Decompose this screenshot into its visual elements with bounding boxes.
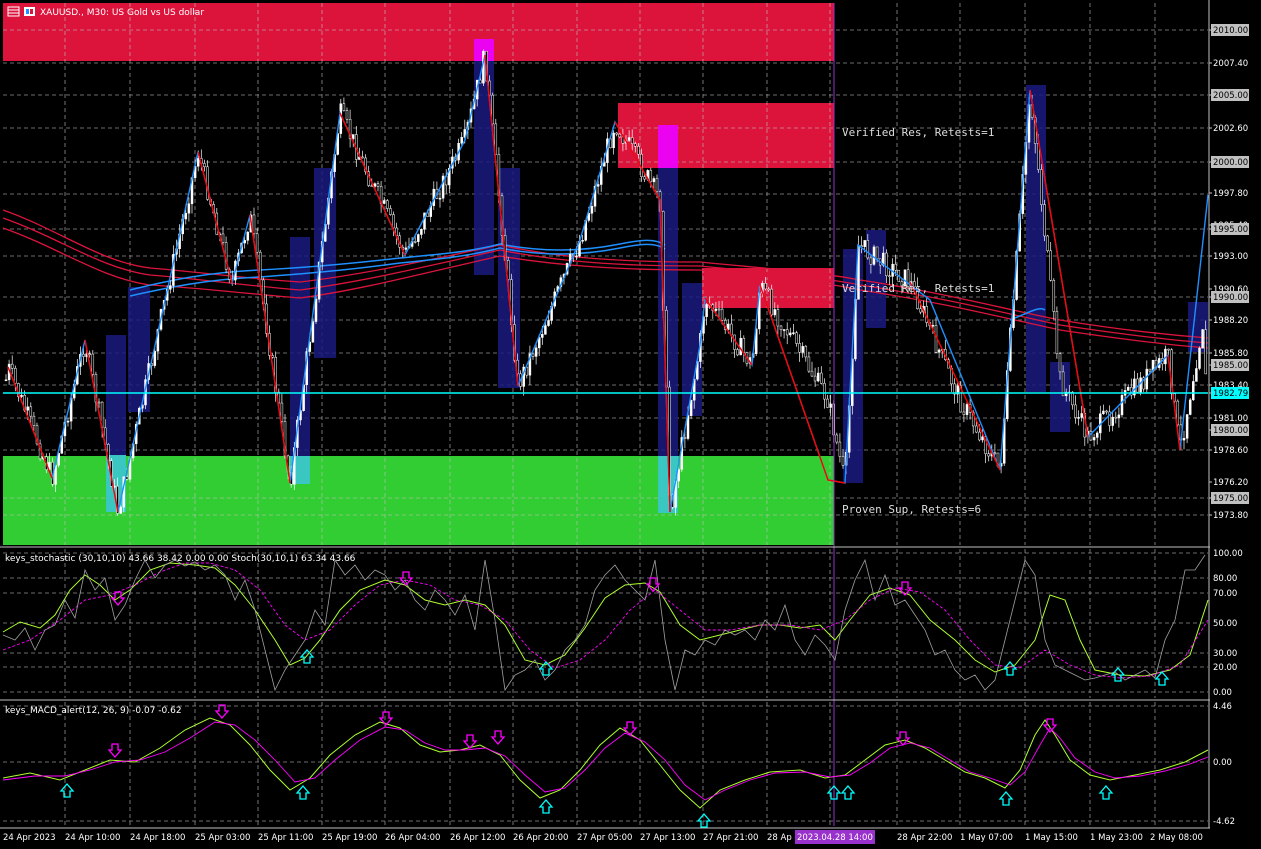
time-label: 26 Apr 04:00 [385,833,440,843]
svg-text:1990.00: 1990.00 [1213,293,1248,303]
stoch-level-label: 70.00 [1213,589,1237,599]
zone-label-res-2: Verified Res, Retests=1 [842,282,994,295]
svg-text:1988.20: 1988.20 [1213,316,1248,326]
price-tick: 1997.80 [1209,189,1248,199]
price-tick: 2002.60 [1209,124,1248,134]
svg-text:1980.00: 1980.00 [1213,426,1248,436]
price-tick: 1990.00 [1209,291,1249,303]
price-tick: 1995.00 [1209,223,1249,235]
chart-title: XAUUSD., M30: US Gold vs US dollar [40,8,204,18]
macd-level-label: 0.00 [1213,758,1232,768]
stoch-level-label: 30.00 [1213,649,1237,659]
time-label: 24 Apr 10:00 [65,833,120,843]
svg-text:1982.79: 1982.79 [1213,389,1248,399]
svg-text:1975.00: 1975.00 [1213,494,1248,504]
price-tick: 2010.00 [1209,24,1249,36]
svg-text:2007.40: 2007.40 [1213,59,1248,69]
price-tick: 2005.00 [1209,89,1249,101]
svg-text:1976.20: 1976.20 [1213,478,1248,488]
svg-text:1973.80: 1973.80 [1213,511,1248,521]
time-label: 1 May 23:00 [1090,833,1143,843]
price-tick: 1978.60 [1209,446,1248,456]
time-label: 24 Apr 2023 [3,833,56,843]
chart-window-icon [24,7,35,16]
time-label: 25 Apr 11:00 [258,833,313,843]
price-tick: 2000.00 [1209,156,1249,168]
svg-text:1978.60: 1978.60 [1213,446,1248,456]
time-label: 26 Apr 20:00 [513,833,568,843]
time-label: 27 Apr 13:00 [640,833,695,843]
cursor-time-label: 2023.04.28 14:00 [797,833,873,843]
zone-label-res-1: Verified Res, Retests=1 [842,126,994,139]
price-tick: 1993.00 [1209,252,1248,262]
price-tick: 1975.00 [1209,492,1249,504]
price-tick: 1985.80 [1209,349,1248,359]
svg-text:1985.80: 1985.80 [1213,349,1248,359]
price-tick: 1973.80 [1209,511,1248,521]
stoch-header: keys_stochastic (30,10,10) 43.66 38.42 0… [5,554,356,564]
svg-text:1993.00: 1993.00 [1213,252,1248,262]
time-label: 27 Apr 05:00 [577,833,632,843]
stoch-level-label: 50.00 [1213,619,1237,629]
svg-text:1995.00: 1995.00 [1213,225,1248,235]
time-label: 28 Ap [767,833,792,843]
price-tick: 1988.20 [1209,316,1248,326]
time-label: 27 Apr 21:00 [703,833,758,843]
stoch-level-label: 0.00 [1213,688,1232,698]
stoch-level-label: 20.00 [1213,663,1237,673]
resistance-zone-mid [618,103,834,168]
svg-text:1985.00: 1985.00 [1213,361,1248,371]
time-label: 26 Apr 12:00 [450,833,505,843]
price-tick: 1980.00 [1209,424,1249,436]
svg-text:2005.00: 2005.00 [1213,91,1248,101]
time-label: 25 Apr 03:00 [195,833,250,843]
svg-text:2010.00: 2010.00 [1213,26,1248,36]
zone-label-sup: Proven Sup, Retests=6 [842,503,981,516]
macd-level-label: 4.46 [1213,702,1232,712]
time-label: 2 May 08:00 [1150,833,1203,843]
price-tick: 2007.40 [1209,59,1248,69]
time-label: 24 Apr 18:00 [130,833,185,843]
svg-text:1997.80: 1997.80 [1213,189,1248,199]
chart-canvas[interactable]: XAUUSD., M30: US Gold vs US dollar Verif… [0,0,1261,849]
stoch-level-label: 80.00 [1213,574,1237,584]
svg-text:1981.00: 1981.00 [1213,414,1248,424]
macd-level-label: -4.62 [1213,817,1235,827]
svg-text:2000.00: 2000.00 [1213,158,1248,168]
price-tick: 1985.00 [1209,359,1249,371]
price-tick: 1976.20 [1209,478,1248,488]
time-label: 1 May 15:00 [1025,833,1078,843]
time-label: 28 Apr 22:00 [897,833,952,843]
price-tick: 1982.79 [1209,387,1249,399]
stoch-level-label: 100.00 [1213,549,1243,559]
svg-text:2002.60: 2002.60 [1213,124,1248,134]
time-label: 25 Apr 19:00 [322,833,377,843]
price-tick: 1981.00 [1209,414,1248,424]
time-label: 1 May 07:00 [960,833,1013,843]
macd-header: keys_MACD_alert(12, 26, 9) -0.07 -0.62 [5,706,182,716]
